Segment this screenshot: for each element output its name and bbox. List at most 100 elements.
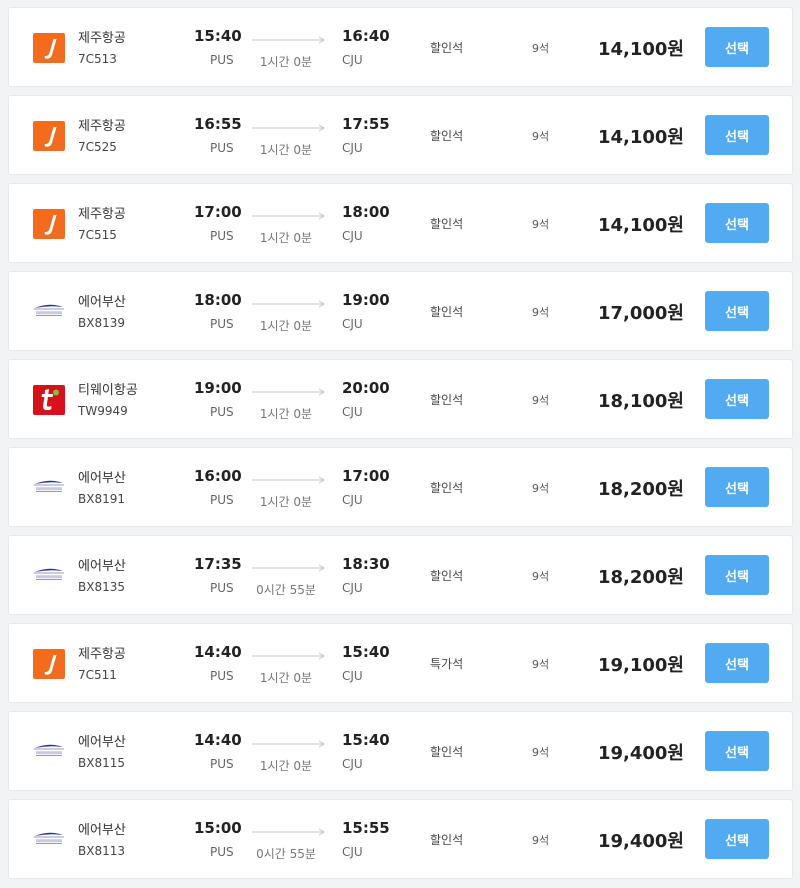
departure-airport: PUS bbox=[210, 757, 234, 771]
departure-airport: PUS bbox=[210, 493, 234, 507]
airline-name: 제주항공 bbox=[78, 647, 126, 662]
departure-airport: PUS bbox=[210, 229, 234, 243]
departure-time: 14:40 bbox=[194, 731, 242, 749]
flight-row[interactable]: 제주항공 7C511 14:40 PUS 1시간 0분 15:40 CJU 특가… bbox=[8, 623, 793, 703]
select-button[interactable]: 선택 bbox=[705, 291, 769, 331]
arrival-airport: CJU bbox=[342, 229, 363, 243]
flight-list: 제주항공 7C513 15:40 PUS 1시간 0분 16:40 CJU 할인… bbox=[0, 0, 800, 888]
arrow-right-icon bbox=[252, 564, 326, 572]
fare-price: 14,100원 bbox=[597, 127, 684, 148]
arrival-time: 17:00 bbox=[342, 467, 390, 485]
arrival-time: 20:00 bbox=[342, 379, 390, 397]
arrow-right-icon bbox=[252, 124, 326, 132]
fare-price: 17,000원 bbox=[597, 303, 684, 324]
flight-duration: 1시간 0분 bbox=[259, 671, 313, 685]
airline-name: 제주항공 bbox=[78, 207, 126, 222]
flight-duration: 1시간 0분 bbox=[259, 759, 313, 773]
flight-row[interactable]: 제주항공 7C525 16:55 PUS 1시간 0분 17:55 CJU 할인… bbox=[8, 95, 793, 175]
airline-name: 제주항공 bbox=[78, 119, 126, 134]
arrival-time: 16:40 bbox=[342, 27, 390, 45]
fare-price: 14,100원 bbox=[597, 39, 684, 60]
arrival-time: 15:40 bbox=[342, 731, 390, 749]
airline-name: 에어부산 bbox=[78, 471, 126, 486]
flight-row[interactable]: 에어부산 BX8191 16:00 PUS 1시간 0분 17:00 CJU 할… bbox=[8, 447, 793, 527]
select-button[interactable]: 선택 bbox=[705, 115, 769, 155]
flight-duration: 1시간 0분 bbox=[259, 495, 313, 509]
arrival-time: 15:55 bbox=[342, 819, 390, 837]
tway-air-logo-icon bbox=[33, 385, 65, 415]
fare-price: 18,100원 bbox=[597, 391, 684, 412]
arrival-time: 17:55 bbox=[342, 115, 390, 133]
flight-row[interactable]: 제주항공 7C515 17:00 PUS 1시간 0분 18:00 CJU 할인… bbox=[8, 183, 793, 263]
flight-number: 7C513 bbox=[78, 52, 117, 66]
flight-duration: 0시간 55분 bbox=[256, 583, 316, 597]
departure-airport: PUS bbox=[210, 405, 234, 419]
departure-airport: PUS bbox=[210, 317, 234, 331]
seats-remaining: 9석 bbox=[532, 570, 550, 583]
select-button[interactable]: 선택 bbox=[705, 27, 769, 67]
fare-price: 18,200원 bbox=[597, 479, 684, 500]
air-busan-logo-icon bbox=[33, 297, 65, 327]
select-button[interactable]: 선택 bbox=[705, 731, 769, 771]
select-button[interactable]: 선택 bbox=[705, 819, 769, 859]
airline-name: 에어부산 bbox=[78, 295, 126, 310]
departure-time: 18:00 bbox=[194, 291, 242, 309]
flight-row[interactable]: 에어부산 BX8139 18:00 PUS 1시간 0분 19:00 CJU 할… bbox=[8, 271, 793, 351]
airline-name: 제주항공 bbox=[78, 31, 126, 46]
select-button[interactable]: 선택 bbox=[705, 643, 769, 683]
select-button[interactable]: 선택 bbox=[705, 203, 769, 243]
arrow-right-icon bbox=[252, 212, 326, 220]
flight-number: 7C511 bbox=[78, 668, 117, 682]
air-busan-logo-icon bbox=[33, 473, 65, 503]
flight-duration: 0시간 55분 bbox=[256, 847, 316, 861]
seat-class: 할인석 bbox=[430, 41, 464, 55]
flight-duration: 1시간 0분 bbox=[259, 55, 313, 69]
seat-class: 특가석 bbox=[430, 657, 464, 671]
airline-name: 티웨이항공 bbox=[78, 383, 138, 398]
departure-time: 17:35 bbox=[194, 555, 242, 573]
seats-remaining: 9석 bbox=[532, 658, 550, 671]
departure-time: 16:55 bbox=[194, 115, 242, 133]
arrow-right-icon bbox=[252, 36, 326, 44]
arrival-time: 18:30 bbox=[342, 555, 390, 573]
arrow-right-icon bbox=[252, 652, 326, 660]
arrow-right-icon bbox=[252, 476, 326, 484]
air-busan-logo-icon bbox=[33, 561, 65, 591]
seat-class: 할인석 bbox=[430, 745, 464, 759]
arrival-airport: CJU bbox=[342, 141, 363, 155]
arrow-right-icon bbox=[252, 740, 326, 748]
departure-time: 15:00 bbox=[194, 819, 242, 837]
flight-duration: 1시간 0분 bbox=[259, 407, 313, 421]
flight-row[interactable]: 티웨이항공 TW9949 19:00 PUS 1시간 0분 20:00 CJU … bbox=[8, 359, 793, 439]
flight-number: 7C515 bbox=[78, 228, 117, 242]
departure-time: 14:40 bbox=[194, 643, 242, 661]
airline-name: 에어부산 bbox=[78, 559, 126, 574]
airline-name: 에어부산 bbox=[78, 823, 126, 838]
flight-row[interactable]: 제주항공 7C513 15:40 PUS 1시간 0분 16:40 CJU 할인… bbox=[8, 7, 793, 87]
flight-row[interactable]: 에어부산 BX8135 17:35 PUS 0시간 55분 18:30 CJU … bbox=[8, 535, 793, 615]
arrival-airport: CJU bbox=[342, 581, 363, 595]
select-button[interactable]: 선택 bbox=[705, 379, 769, 419]
fare-price: 14,100원 bbox=[597, 215, 684, 236]
arrival-airport: CJU bbox=[342, 669, 363, 683]
fare-price: 19,400원 bbox=[597, 743, 684, 764]
jeju-air-logo-icon bbox=[33, 209, 65, 239]
select-button[interactable]: 선택 bbox=[705, 555, 769, 595]
jeju-air-logo-icon bbox=[33, 33, 65, 63]
flight-number: BX8135 bbox=[78, 580, 125, 594]
flight-number: BX8139 bbox=[78, 316, 125, 330]
seat-class: 할인석 bbox=[430, 393, 464, 407]
flight-row[interactable]: 에어부산 BX8115 14:40 PUS 1시간 0분 15:40 CJU 할… bbox=[8, 711, 793, 791]
arrival-airport: CJU bbox=[342, 405, 363, 419]
seats-remaining: 9석 bbox=[532, 834, 550, 847]
seat-class: 할인석 bbox=[430, 481, 464, 495]
arrow-right-icon bbox=[252, 388, 326, 396]
select-button[interactable]: 선택 bbox=[705, 467, 769, 507]
flight-duration: 1시간 0분 bbox=[259, 231, 313, 245]
flight-number: TW9949 bbox=[78, 404, 128, 418]
seats-remaining: 9석 bbox=[532, 130, 550, 143]
fare-price: 19,400원 bbox=[597, 831, 684, 852]
flight-row[interactable]: 에어부산 BX8113 15:00 PUS 0시간 55분 15:55 CJU … bbox=[8, 799, 793, 879]
departure-time: 16:00 bbox=[194, 467, 242, 485]
departure-airport: PUS bbox=[210, 581, 234, 595]
